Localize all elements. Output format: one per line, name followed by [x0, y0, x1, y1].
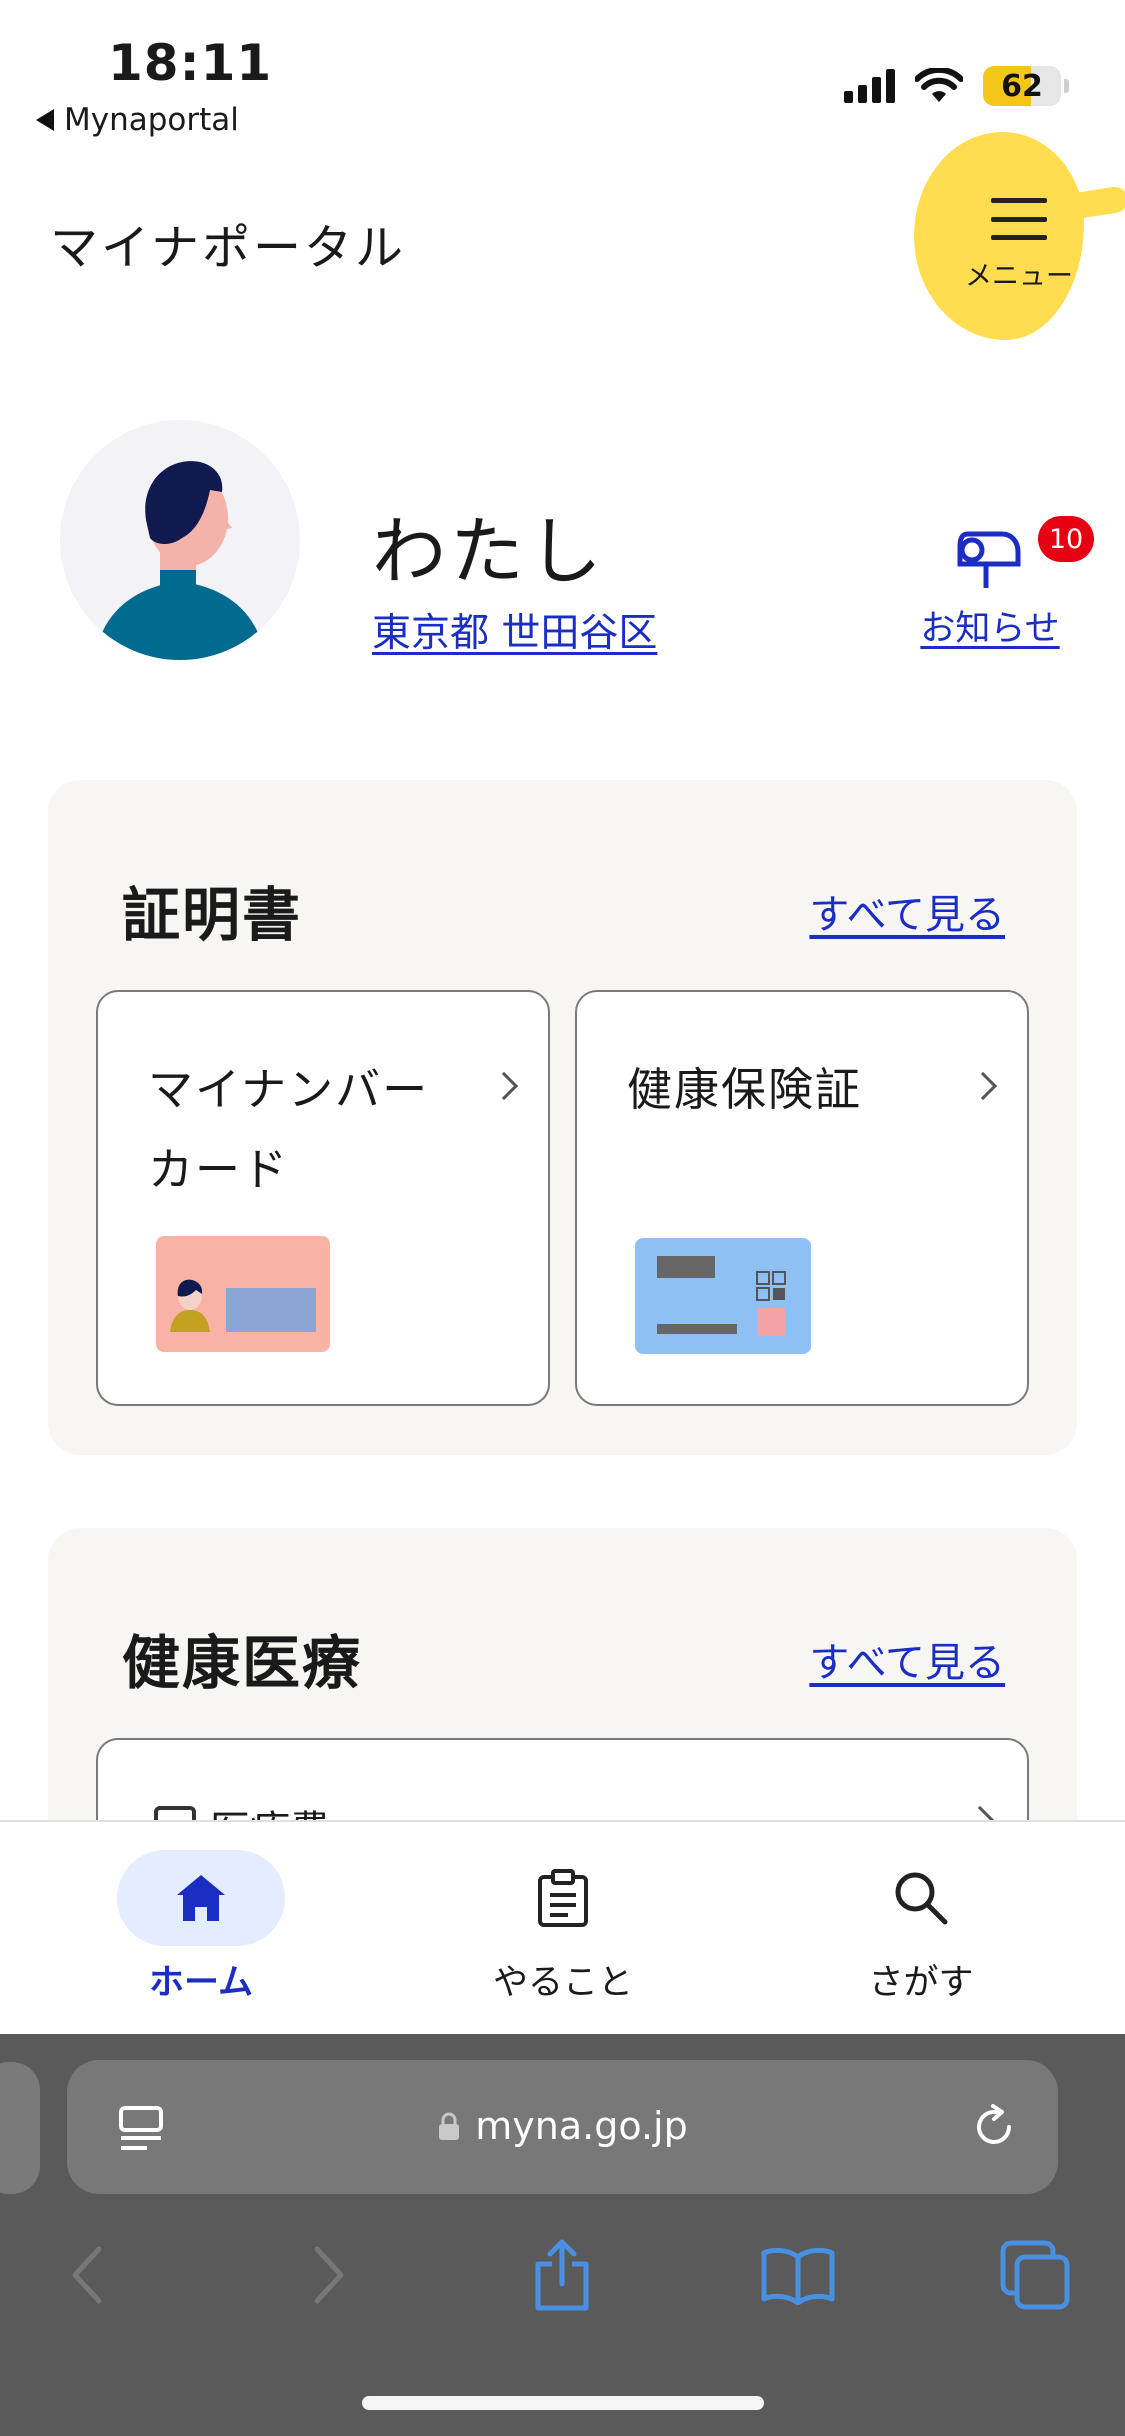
tab-label: さがす: [868, 1963, 974, 2003]
back-button[interactable]: [42, 2230, 132, 2320]
url-text: myna.go.jp: [475, 2104, 688, 2148]
app-title: マイナポータル: [50, 220, 407, 276]
see-all-link[interactable]: すべて見る: [809, 1630, 1005, 1688]
address-bar[interactable]: myna.go.jp: [67, 2060, 1058, 2194]
status-indicators: 62: [844, 66, 1069, 106]
health-insurance-card-tile[interactable]: 健康保険証: [575, 990, 1029, 1406]
clipboard-icon: [538, 1869, 588, 1927]
tab-todo[interactable]: やること: [448, 1850, 678, 2010]
mailbox-icon: 10: [950, 516, 1094, 590]
back-app-label: Mynaportal: [64, 102, 239, 138]
menu-label: メニュー: [965, 261, 1073, 292]
chevron-right-icon: [489, 1071, 519, 1101]
notifications-label: お知らせ: [920, 609, 1060, 649]
share-button[interactable]: [517, 2230, 607, 2320]
bookmarks-button[interactable]: [753, 2230, 843, 2320]
user-name: わたし: [372, 509, 606, 595]
tab-label: ホーム: [149, 1963, 253, 2003]
status-bar: 18:11 Mynaportal 62: [0, 0, 1125, 150]
battery-icon: 62: [983, 66, 1069, 106]
share-icon: [535, 2239, 589, 2311]
health-insurance-card-icon: [635, 1238, 811, 1354]
card-title: マイナンバー カード: [148, 1063, 430, 1196]
chevron-left-icon: [72, 2246, 102, 2304]
chevron-right-icon: [314, 2246, 344, 2304]
menu-button[interactable]: メニュー: [944, 198, 1094, 298]
user-location-link[interactable]: 東京都 世田谷区: [372, 602, 657, 658]
my-number-card-icon: [156, 1236, 330, 1352]
bottom-tab-bar: ホーム やること さがす: [0, 1820, 1125, 2034]
tab-search[interactable]: さがす: [806, 1850, 1036, 2010]
wifi-icon: [915, 68, 963, 102]
tab-label: やること: [492, 1963, 633, 2003]
card-title: 健康保険証: [627, 1063, 863, 1116]
person-illustration-icon: [95, 461, 265, 660]
section-title: 健康医療: [122, 1629, 363, 1697]
notifications-button[interactable]: 10 お知らせ: [910, 516, 1094, 660]
home-icon: [177, 1875, 225, 1921]
lock-icon: [439, 2112, 460, 2140]
battery-level: 62: [1001, 68, 1043, 104]
see-all-link[interactable]: すべて見る: [809, 882, 1005, 940]
certificates-section: 証明書 すべて見る マイナンバー カード 健康保険証: [48, 780, 1077, 1455]
previous-tab-peek[interactable]: [0, 2062, 40, 2194]
back-to-app-link[interactable]: Mynaportal: [36, 102, 239, 138]
tab-home[interactable]: ホーム: [86, 1850, 316, 2010]
book-icon: [761, 2247, 835, 2305]
reload-icon[interactable]: [969, 2102, 1019, 2152]
tabs-button[interactable]: [990, 2230, 1080, 2320]
browser-toolbar: myna.go.jp: [0, 2034, 1125, 2436]
chevron-right-icon: [968, 1071, 998, 1101]
notification-count-badge: 10: [1038, 516, 1094, 562]
my-number-card-tile[interactable]: マイナンバー カード: [96, 990, 550, 1406]
back-triangle-icon: [36, 109, 54, 131]
hamburger-icon: [991, 198, 1047, 240]
avatar: [60, 420, 300, 660]
search-icon: [895, 1872, 948, 1925]
forward-button[interactable]: [284, 2230, 374, 2320]
tabs-icon: [1000, 2240, 1070, 2310]
section-title: 証明書: [122, 881, 303, 949]
status-time: 18:11: [108, 34, 273, 92]
home-indicator: [362, 2396, 764, 2410]
cellular-signal-icon: [844, 69, 895, 103]
